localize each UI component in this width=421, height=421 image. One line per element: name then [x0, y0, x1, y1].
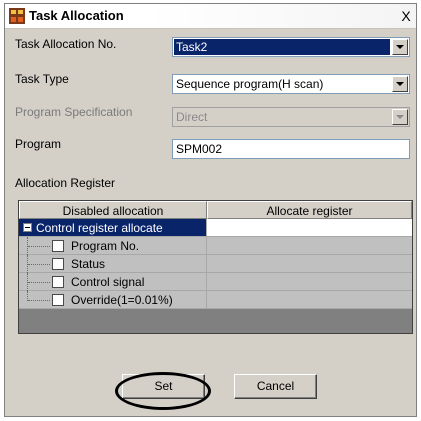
allocation-register-label: Allocation Register: [15, 176, 116, 190]
task-allocation-dialog: Task Allocation X Task Allocation No. Ta…: [4, 3, 417, 417]
tree-line: [28, 264, 50, 265]
tree-item-label: Status: [71, 257, 106, 271]
task-type-label: Task Type: [15, 72, 69, 86]
checkbox[interactable]: [52, 240, 64, 252]
task-allocation-no-value: Task2: [174, 39, 390, 55]
row-label-cell: Control signal: [19, 273, 207, 291]
allocate-register-cell[interactable]: [207, 291, 412, 309]
highlight-ellipse-annotation: [115, 372, 211, 410]
allocate-register-cell[interactable]: [207, 237, 412, 255]
task-allocation-no-select[interactable]: Task2: [172, 37, 410, 57]
checkbox[interactable]: [52, 258, 64, 270]
task-allocation-no-label: Task Allocation No.: [15, 37, 117, 51]
checkbox[interactable]: [52, 294, 64, 306]
tree-item-label: Override(1=0.01%): [71, 293, 173, 307]
program-input[interactable]: SPM002: [172, 139, 410, 159]
grid-header: Disabled allocation Allocate register: [19, 201, 412, 219]
tree-line: [28, 282, 50, 283]
allocation-register-grid: Disabled allocation Allocate register Co…: [18, 200, 413, 334]
program-label: Program: [15, 137, 62, 151]
column-header-allocate-register[interactable]: Allocate register: [207, 201, 412, 219]
program-specification-select: Direct: [172, 107, 410, 127]
tree-row-control-signal[interactable]: Control signal: [19, 273, 412, 291]
allocate-register-cell[interactable]: [207, 219, 412, 237]
row-label-cell: Program No.: [19, 237, 207, 255]
window-title: Task Allocation: [29, 8, 124, 23]
cancel-button[interactable]: Cancel: [234, 374, 317, 399]
tree-row-override[interactable]: Override(1=0.01%): [19, 291, 412, 309]
chevron-down-icon[interactable]: [392, 39, 408, 55]
task-type-value: Sequence program(H scan): [176, 77, 324, 91]
chevron-down-icon: [392, 109, 408, 125]
tree-row-program-no[interactable]: Program No.: [19, 237, 412, 255]
tree-item-label: Program No.: [71, 239, 140, 253]
close-icon[interactable]: X: [398, 8, 414, 24]
task-type-select[interactable]: Sequence program(H scan): [172, 74, 410, 94]
tree-row-status[interactable]: Status: [19, 255, 412, 273]
row-label-cell: Control register allocate: [19, 219, 207, 237]
tree-item-label: Control signal: [71, 275, 145, 289]
app-grid-icon: [9, 8, 25, 24]
allocate-register-cell[interactable]: [207, 255, 412, 273]
title-bar[interactable]: Task Allocation X: [5, 4, 416, 29]
allocate-register-cell[interactable]: [207, 273, 412, 291]
row-label-cell: Status: [19, 255, 207, 273]
chevron-down-icon[interactable]: [392, 76, 408, 92]
program-specification-label: Program Specification: [15, 105, 133, 119]
checkbox[interactable]: [52, 276, 64, 288]
tree-row-control-register-allocate[interactable]: Control register allocate: [19, 219, 412, 237]
tree-line: [28, 300, 50, 301]
row-label-cell: Override(1=0.01%): [19, 291, 207, 309]
tree-item-label: Control register allocate: [36, 221, 163, 235]
program-specification-value: Direct: [176, 110, 208, 124]
column-header-disabled-allocation[interactable]: Disabled allocation: [19, 201, 207, 219]
minus-icon[interactable]: [23, 223, 32, 232]
tree-line: [28, 246, 50, 247]
